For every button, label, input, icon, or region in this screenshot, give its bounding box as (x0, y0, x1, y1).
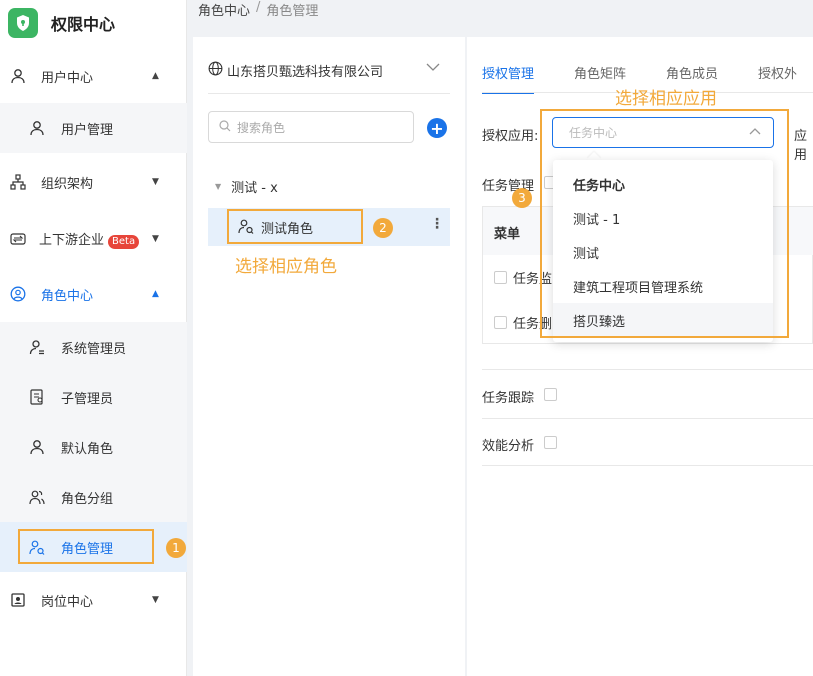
app-logo: 权限中心 (0, 0, 186, 46)
sidebar-item-role-group[interactable]: 角色分组 (0, 472, 187, 522)
divider (482, 418, 813, 419)
user-icon (9, 67, 27, 85)
hint-select-role: 选择相应角色 (235, 257, 337, 277)
company-selector[interactable]: 山东搭贝甄选科技有限公司 (208, 61, 383, 80)
tree-group[interactable]: ▼ 测试 - x (215, 177, 278, 196)
sidebar: 权限中心 用户中心 ▲ 用户管理 组织架构 ▼ 上下游企业 Beta ▼ 角色中心… (0, 0, 187, 676)
beta-badge: Beta (108, 235, 140, 249)
shield-icon (8, 8, 38, 38)
highlight-box (18, 529, 154, 564)
row-checkbox[interactable] (494, 316, 507, 329)
user-admin-icon (28, 338, 46, 356)
sidebar-item-default-role[interactable]: 默认角色 (0, 422, 187, 472)
sidebar-item-sys-admin[interactable]: 系统管理员 (0, 322, 187, 372)
chevron-up-icon: ▲ (152, 71, 159, 81)
user-circle-icon (9, 285, 27, 303)
sidebar-item-label: 用户管理 (61, 122, 114, 138)
step-badge-2: 2 (373, 218, 393, 238)
menu-label: 组织架构 (41, 176, 94, 192)
hint-select-app: 选择相应应用 (615, 89, 717, 109)
tree-group-label: 测试 - x (231, 181, 278, 196)
efficiency-label: 效能分析 (482, 439, 535, 454)
globe-icon (208, 61, 223, 80)
sidebar-item-user-manage[interactable]: 用户管理 (0, 103, 187, 153)
badge-icon (9, 591, 27, 609)
menu-post-center[interactable]: 岗位中心 ▼ (0, 580, 187, 620)
chevron-down-icon: ▼ (152, 234, 159, 244)
chevron-down-icon[interactable] (426, 61, 440, 75)
search-input[interactable]: 搜索角色 (208, 111, 414, 143)
document-user-icon (28, 388, 46, 406)
highlight-box (227, 209, 363, 244)
sidebar-item-label: 角色分组 (61, 491, 114, 507)
org-chart-icon (9, 173, 27, 191)
step-badge-1: 1 (166, 538, 186, 558)
chevron-down-icon: ▼ (152, 595, 159, 605)
table-header-label: 菜单 (494, 227, 521, 242)
company-name: 山东搭贝甄选科技有限公司 (227, 65, 384, 80)
row-checkbox[interactable] (494, 271, 507, 284)
app-title: 权限中心 (51, 15, 116, 34)
sidebar-item-label: 子管理员 (61, 391, 114, 407)
sidebar-item-sub-admin[interactable]: 子管理员 (0, 372, 187, 422)
breadcrumb-separator: / (256, 0, 261, 15)
user-icon (28, 119, 46, 137)
caret-down-icon[interactable]: ▼ (215, 182, 221, 191)
divider (482, 465, 813, 466)
menu-label: 岗位中心 (41, 594, 94, 610)
divider (208, 93, 450, 94)
role-list-panel: 山东搭贝甄选科技有限公司 搜索角色 + ▼ 测试 - x 测试角色 ⋮ 2 选择… (193, 37, 465, 676)
sidebar-item-label: 系统管理员 (61, 341, 127, 357)
user-icon (28, 438, 46, 456)
task-track-checkbox[interactable] (544, 388, 557, 401)
sidebar-item-label: 默认角色 (61, 441, 114, 457)
step-badge-3: 3 (512, 188, 532, 208)
exchange-icon (9, 230, 27, 248)
highlight-box (540, 109, 789, 338)
menu-org[interactable]: 组织架构 ▼ (0, 162, 187, 202)
users-icon (28, 488, 46, 506)
breadcrumb-parent[interactable]: 角色中心 (198, 0, 250, 19)
menu-partners[interactable]: 上下游企业 Beta ▼ (0, 219, 187, 259)
chevron-down-icon: ▼ (152, 177, 159, 187)
app-field-label-right: 应用 (794, 129, 808, 163)
chevron-up-icon: ▲ (152, 289, 159, 299)
breadcrumb-current: 角色管理 (266, 4, 319, 19)
tab-authorization[interactable]: 授权管理 (482, 63, 535, 94)
efficiency-checkbox[interactable] (544, 436, 557, 449)
menu-user-center[interactable]: 用户中心 ▲ (0, 56, 187, 96)
search-placeholder: 搜索角色 (237, 120, 286, 135)
menu-label: 角色中心 (41, 288, 94, 304)
tab-external-auth[interactable]: 授权外 (758, 63, 797, 94)
menu-label: 用户中心 (41, 70, 94, 86)
menu-role-center[interactable]: 角色中心 ▲ (0, 274, 187, 314)
more-icon[interactable]: ⋮ (430, 216, 444, 232)
task-track-label: 任务跟踪 (482, 391, 535, 406)
divider (482, 369, 813, 370)
search-icon (219, 119, 231, 135)
menu-label: 上下游企业 Beta (39, 229, 140, 249)
app-field-label: 授权应用: (482, 129, 539, 144)
add-role-button[interactable]: + (427, 118, 447, 138)
breadcrumb: 角色中心 / 角色管理 (198, 0, 319, 19)
